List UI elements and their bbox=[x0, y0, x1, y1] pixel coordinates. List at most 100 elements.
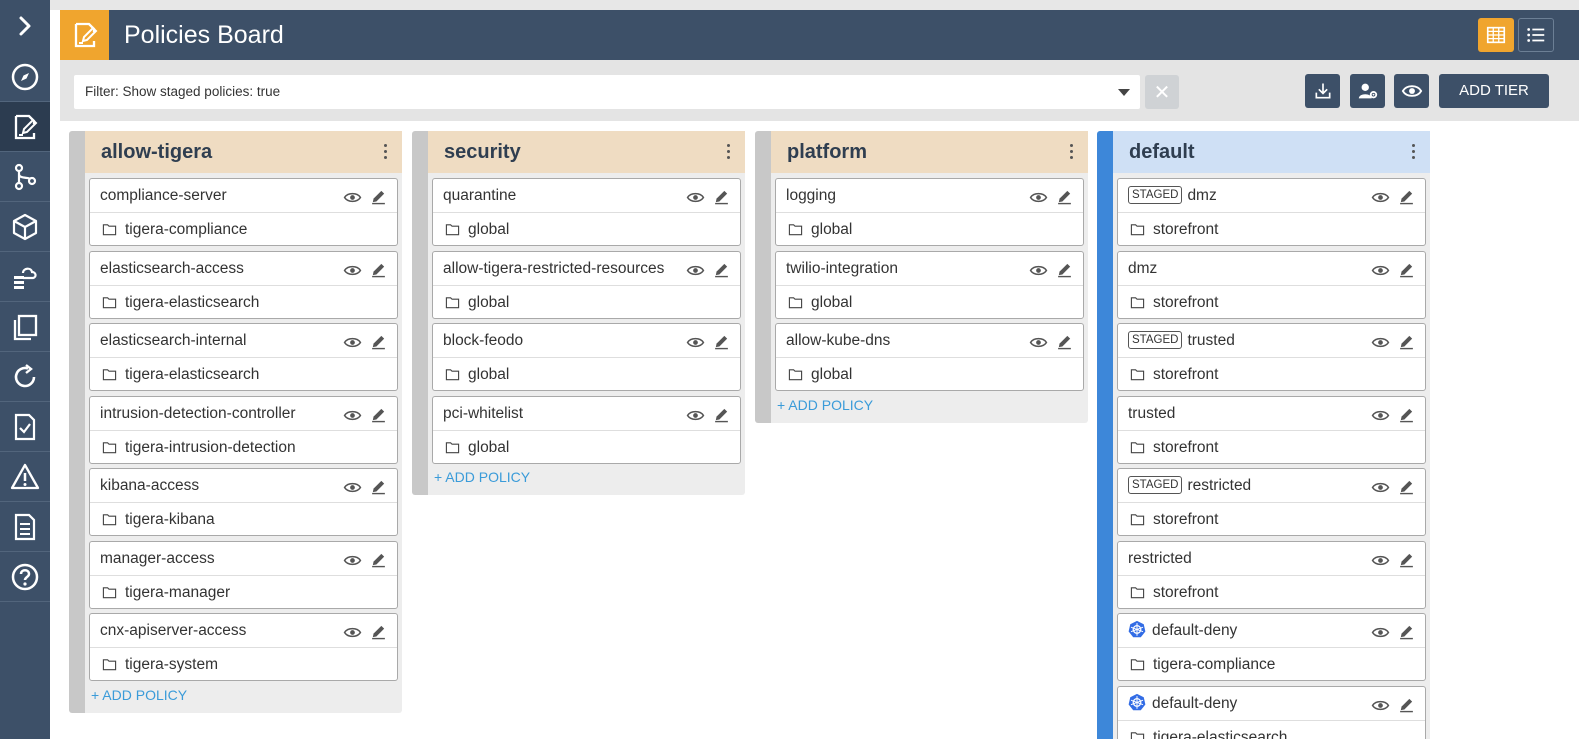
policy-name[interactable]: elasticsearch-internal bbox=[100, 332, 246, 349]
board-view-button[interactable] bbox=[1478, 18, 1514, 52]
policy-card[interactable]: cnx-apiserver-access tigera-system bbox=[89, 613, 398, 681]
policy-card[interactable]: trusted storefront bbox=[1117, 395, 1426, 464]
eye-icon[interactable] bbox=[1371, 623, 1390, 642]
policy-name[interactable]: trusted bbox=[1128, 405, 1175, 422]
policy-card[interactable]: allow-tigera-restricted-resources global bbox=[432, 250, 741, 319]
policy-card[interactable]: block-feodo global bbox=[432, 323, 741, 391]
edit-icon[interactable] bbox=[1398, 406, 1415, 425]
expand-icon[interactable] bbox=[0, 0, 50, 52]
policy-card[interactable]: dmz storefront bbox=[1117, 250, 1426, 319]
kebab-menu-icon[interactable] bbox=[384, 144, 388, 160]
cloud-stack-icon[interactable] bbox=[0, 252, 50, 302]
eye-icon[interactable] bbox=[686, 188, 705, 207]
edit-icon[interactable] bbox=[713, 261, 730, 280]
policy-name[interactable]: default-deny bbox=[1152, 622, 1237, 639]
eye-icon[interactable] bbox=[1371, 406, 1390, 425]
policy-card[interactable]: quarantine global bbox=[432, 178, 741, 246]
eye-icon[interactable] bbox=[1029, 261, 1048, 280]
policy-name[interactable]: kibana-access bbox=[100, 477, 199, 494]
policy-name[interactable]: dmz bbox=[1128, 260, 1157, 277]
policy-name[interactable]: elasticsearch-access bbox=[100, 260, 244, 277]
edit-icon[interactable] bbox=[1398, 188, 1415, 207]
eye-icon[interactable] bbox=[343, 333, 362, 352]
policy-name[interactable]: dmz bbox=[1187, 187, 1216, 204]
policy-name[interactable]: intrusion-detection-controller bbox=[100, 405, 296, 422]
refresh-icon[interactable] bbox=[0, 352, 50, 402]
filter-select[interactable]: Filter: Show staged policies: true bbox=[74, 75, 1140, 109]
edit-icon[interactable] bbox=[370, 188, 387, 207]
edit-icon[interactable] bbox=[1398, 551, 1415, 570]
policy-card[interactable]: intrusion-detection-controller tigera-int… bbox=[89, 395, 398, 464]
policy-name[interactable]: twilio-integration bbox=[786, 260, 898, 277]
policy-name[interactable]: cnx-apiserver-access bbox=[100, 622, 246, 639]
edit-icon[interactable] bbox=[370, 333, 387, 352]
compliance-icon[interactable] bbox=[0, 402, 50, 452]
git-branch-icon[interactable] bbox=[0, 152, 50, 202]
policy-card[interactable]: STAGED dmz storefront bbox=[1117, 178, 1426, 246]
edit-icon[interactable] bbox=[1056, 333, 1073, 352]
policy-name[interactable]: compliance-server bbox=[100, 187, 227, 204]
edit-icon[interactable] bbox=[370, 478, 387, 497]
add-policy-link[interactable]: + ADD POLICY bbox=[771, 396, 1088, 423]
report-icon[interactable] bbox=[0, 502, 50, 552]
edit-icon[interactable] bbox=[713, 333, 730, 352]
policy-name[interactable]: trusted bbox=[1187, 332, 1234, 349]
add-tier-button[interactable]: ADD TIER bbox=[1439, 74, 1549, 108]
alert-icon[interactable] bbox=[0, 452, 50, 502]
eye-icon[interactable] bbox=[343, 478, 362, 497]
policy-card[interactable]: elasticsearch-access tigera-elasticsearch bbox=[89, 250, 398, 319]
eye-icon[interactable] bbox=[1371, 188, 1390, 207]
policy-card[interactable]: elasticsearch-internal tigera-elasticsear… bbox=[89, 323, 398, 391]
help-icon[interactable] bbox=[0, 552, 50, 602]
policy-name[interactable]: block-feodo bbox=[443, 332, 523, 349]
eye-icon[interactable] bbox=[343, 188, 362, 207]
add-policy-link[interactable]: + ADD POLICY bbox=[428, 468, 745, 495]
list-view-button[interactable] bbox=[1518, 18, 1554, 52]
edit-icon[interactable] bbox=[1398, 696, 1415, 715]
policy-name[interactable]: manager-access bbox=[100, 550, 215, 567]
policy-card[interactable]: STAGED restricted storefront bbox=[1117, 468, 1426, 536]
eye-icon[interactable] bbox=[1371, 696, 1390, 715]
add-policy-link[interactable]: + ADD POLICY bbox=[85, 686, 402, 713]
eye-icon[interactable] bbox=[686, 261, 705, 280]
policy-name[interactable]: restricted bbox=[1187, 477, 1251, 494]
policy-card[interactable]: default-deny tigera-compliance bbox=[1117, 613, 1426, 681]
policy-name[interactable]: pci-whitelist bbox=[443, 405, 523, 422]
policy-name[interactable]: quarantine bbox=[443, 187, 516, 204]
preview-button[interactable] bbox=[1394, 74, 1429, 108]
edit-icon[interactable] bbox=[1398, 478, 1415, 497]
edit-icon[interactable] bbox=[370, 261, 387, 280]
eye-icon[interactable] bbox=[343, 406, 362, 425]
edit-icon[interactable] bbox=[1398, 261, 1415, 280]
policy-card[interactable]: default-deny tigera-elasticsearch bbox=[1117, 685, 1426, 739]
policy-name[interactable]: allow-tigera-restricted-resources bbox=[443, 260, 664, 277]
edit-icon[interactable] bbox=[370, 406, 387, 425]
policy-name[interactable]: default-deny bbox=[1152, 695, 1237, 712]
eye-icon[interactable] bbox=[1029, 333, 1048, 352]
policy-card[interactable]: twilio-integration global bbox=[775, 250, 1084, 319]
policy-name[interactable]: restricted bbox=[1128, 550, 1192, 567]
edit-icon[interactable] bbox=[1056, 188, 1073, 207]
kebab-menu-icon[interactable] bbox=[727, 144, 731, 160]
edit-icon[interactable] bbox=[1398, 333, 1415, 352]
copy-icon[interactable] bbox=[0, 302, 50, 352]
policy-card[interactable]: manager-access tigera-manager bbox=[89, 540, 398, 609]
eye-icon[interactable] bbox=[343, 261, 362, 280]
download-button[interactable] bbox=[1305, 74, 1340, 108]
kebab-menu-icon[interactable] bbox=[1412, 144, 1416, 160]
eye-icon[interactable] bbox=[1371, 551, 1390, 570]
eye-icon[interactable] bbox=[1029, 188, 1048, 207]
edit-icon[interactable] bbox=[713, 406, 730, 425]
cube-icon[interactable] bbox=[0, 202, 50, 252]
edit-icon[interactable] bbox=[1056, 261, 1073, 280]
policy-name[interactable]: logging bbox=[786, 187, 836, 204]
policy-card[interactable]: allow-kube-dns global bbox=[775, 323, 1084, 391]
eye-icon[interactable] bbox=[1371, 261, 1390, 280]
policy-card[interactable]: kibana-access tigera-kibana bbox=[89, 468, 398, 536]
policy-card[interactable]: pci-whitelist global bbox=[432, 395, 741, 464]
eye-icon[interactable] bbox=[343, 551, 362, 570]
kebab-menu-icon[interactable] bbox=[1070, 144, 1074, 160]
eye-icon[interactable] bbox=[686, 406, 705, 425]
policy-card[interactable]: restricted storefront bbox=[1117, 540, 1426, 609]
policy-board-icon[interactable] bbox=[0, 102, 50, 152]
